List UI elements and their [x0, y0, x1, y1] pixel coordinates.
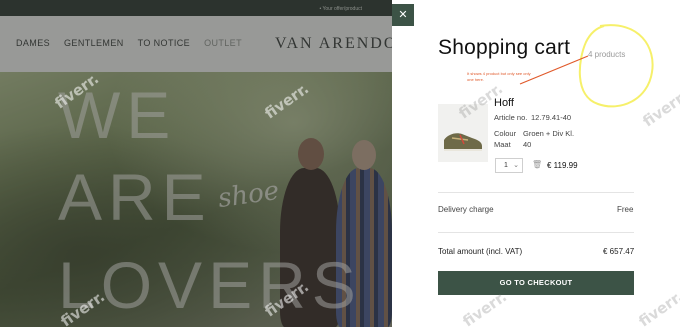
delivery-value: Free: [617, 205, 634, 214]
item-price: € 119.99: [547, 161, 578, 170]
item-name[interactable]: Hoff: [494, 97, 514, 109]
shoe-icon: [444, 133, 482, 151]
colour-label: Colour: [494, 129, 517, 138]
divider: [438, 192, 634, 193]
checkout-button[interactable]: GO TO CHECKOUT: [438, 271, 634, 295]
close-button[interactable]: ✕: [392, 4, 414, 26]
product-count: 4 products: [588, 50, 626, 59]
size-value: 40: [523, 140, 532, 149]
product-thumbnail[interactable]: [438, 104, 488, 162]
delivery-label: Delivery charge: [438, 205, 494, 214]
divider: [438, 232, 634, 233]
page-overlay[interactable]: [0, 0, 392, 327]
cart-title: Shopping cart: [438, 36, 571, 59]
chevron-down-icon: ⌄: [513, 162, 519, 169]
quantity-value: 1: [504, 162, 508, 169]
size-label: Maat: [494, 140, 511, 149]
annotation-note: It shows 4 product but only see only one…: [467, 71, 531, 82]
article-value: 12.79.41-40: [531, 113, 572, 122]
close-icon: ✕: [398, 9, 408, 21]
colour-value: Groen + Div Kl.: [523, 129, 575, 138]
article-label: Article no.: [494, 113, 528, 122]
trash-icon[interactable]: 🗑: [532, 160, 542, 169]
quantity-select[interactable]: 1 ⌄: [495, 158, 523, 173]
total-label: Total amount (incl. VAT): [438, 247, 523, 256]
total-value: € 657.47: [603, 247, 635, 256]
store-page: • Your offer/product DAMES GENTLEMEN TO …: [0, 0, 392, 327]
